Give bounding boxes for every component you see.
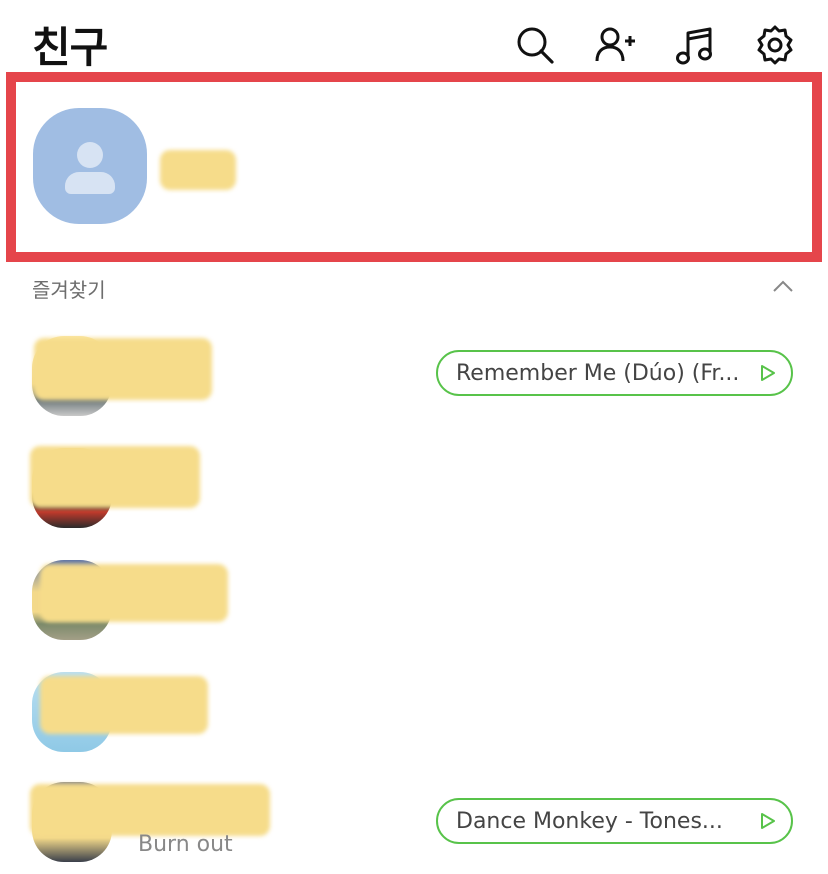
chevron-up-icon[interactable] [772,278,794,294]
list-item[interactable]: Burn out Dance Monkey - Tones... [0,774,828,874]
music-title: Dance Monkey - Tones... [456,808,723,834]
favorites-label: 즐겨찾기 [32,278,106,302]
list-item[interactable] [0,550,828,650]
settings-icon[interactable] [752,22,798,68]
list-item[interactable]: Remember Me (Dúo) (Fr... [0,326,828,426]
search-icon[interactable] [512,22,558,68]
add-friend-icon[interactable] [592,22,638,68]
play-icon [761,813,775,829]
my-profile-avatar[interactable] [33,108,147,224]
play-icon [761,365,775,381]
header-actions [512,22,798,68]
redacted-name [160,150,236,190]
music-status-pill[interactable]: Remember Me (Dúo) (Fr... [436,350,793,396]
default-person-icon [77,142,103,168]
music-title: Remember Me (Dúo) (Fr... [456,360,740,386]
redacted-name [40,676,208,734]
redacted-name [40,564,228,622]
music-status-pill[interactable]: Dance Monkey - Tones... [436,798,793,844]
list-item[interactable] [0,662,828,762]
redacted-name [34,338,212,400]
status-message: Burn out [138,832,233,857]
redacted-name [30,446,200,508]
redacted-name [30,784,270,836]
music-icon[interactable] [672,22,718,68]
list-item[interactable] [0,438,828,538]
page-title: 친구 [32,23,108,72]
